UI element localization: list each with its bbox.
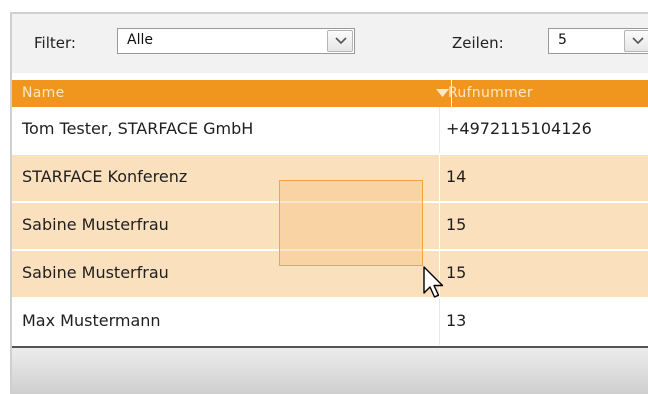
contact-name: Sabine Musterfrau xyxy=(22,263,169,282)
mouse-cursor-icon xyxy=(423,266,444,298)
filter-select[interactable]: Alle xyxy=(117,28,355,54)
table-header: Name Rufnummer xyxy=(12,80,648,107)
rows-select[interactable]: 5 xyxy=(548,28,648,54)
contact-number: 15 xyxy=(446,215,467,234)
filter-dropdown-button[interactable] xyxy=(327,30,353,52)
rows-label: Zeilen: xyxy=(452,34,504,52)
column-header-number[interactable]: Rufnummer xyxy=(448,85,533,101)
contact-name: STARFACE Konferenz xyxy=(22,167,188,186)
contact-name: Max Mustermann xyxy=(22,311,161,330)
rows-dropdown-button[interactable] xyxy=(624,30,648,52)
contact-number: 14 xyxy=(446,167,467,186)
filter-select-value: Alle xyxy=(127,32,153,48)
contact-name: Sabine Musterfrau xyxy=(22,215,169,234)
filter-label: Filter: xyxy=(34,34,76,52)
chevron-down-icon xyxy=(632,37,644,45)
table-row[interactable]: Tom Tester, STARFACE GmbH +4972115104126 xyxy=(12,107,648,154)
contact-number: +4972115104126 xyxy=(446,119,592,138)
column-header-name[interactable]: Name xyxy=(22,85,65,101)
contact-number: 15 xyxy=(446,263,467,282)
cell-divider xyxy=(439,203,440,249)
cell-divider xyxy=(439,299,440,345)
cell-divider xyxy=(439,155,440,201)
table-footer xyxy=(12,348,648,394)
contacts-panel: Filter: Alle Zeilen: 5 Name Rufnummer To… xyxy=(0,0,648,394)
rows-select-value: 5 xyxy=(558,32,567,48)
filter-toolbar: Filter: Alle Zeilen: 5 xyxy=(12,14,648,73)
cell-divider xyxy=(439,107,440,153)
contact-number: 13 xyxy=(446,311,467,330)
selection-rectangle xyxy=(279,180,423,266)
table-row[interactable]: Max Mustermann 13 xyxy=(12,299,648,346)
contact-name: Tom Tester, STARFACE GmbH xyxy=(22,119,254,138)
chevron-down-icon xyxy=(335,37,347,45)
